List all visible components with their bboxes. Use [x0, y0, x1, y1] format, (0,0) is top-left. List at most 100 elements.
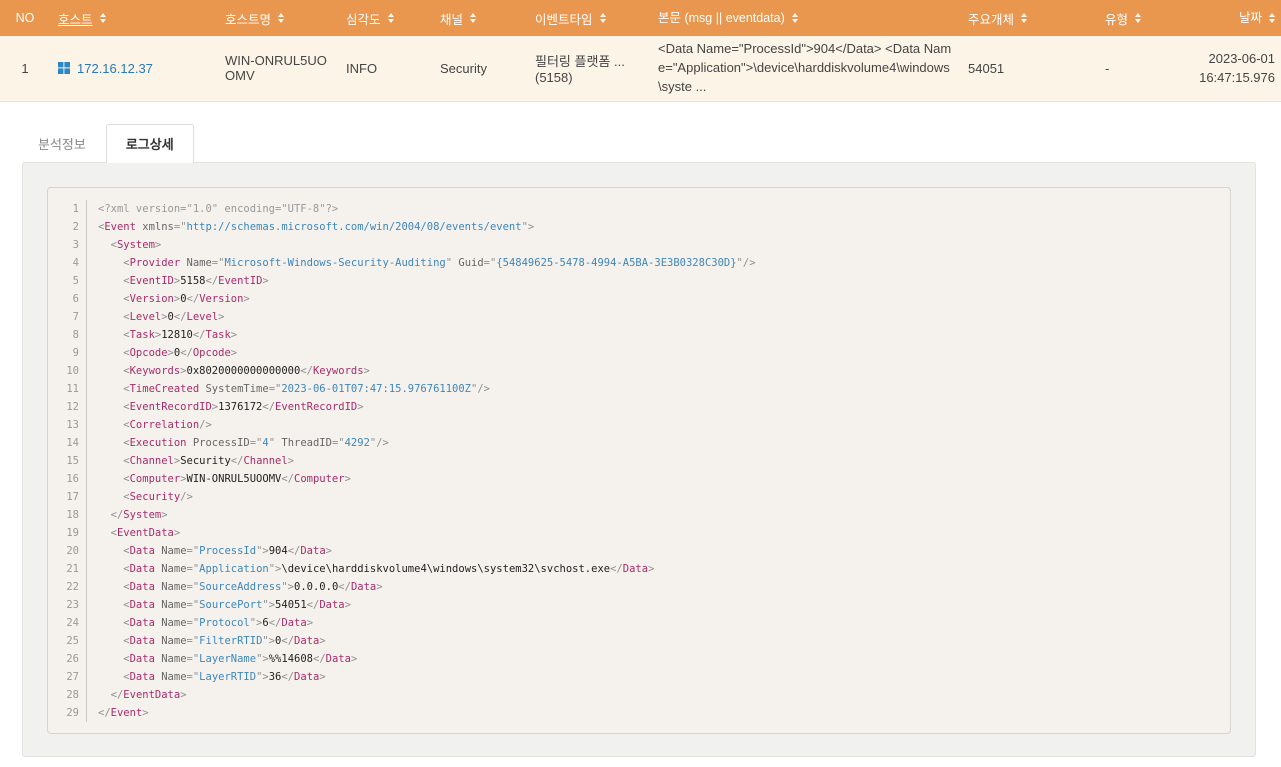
cell-host: 172.16.12.37: [50, 57, 215, 80]
line-number: 13: [56, 416, 87, 434]
code-text: <Version>0</Version>: [87, 290, 250, 308]
sort-arrows-icon[interactable]: [600, 13, 606, 23]
column-header-label: 유형: [1105, 9, 1128, 28]
code-text: <EventID>5158</EventID>: [87, 272, 269, 290]
code-text: <Correlation/>: [87, 416, 212, 434]
line-number: 6: [56, 290, 87, 308]
column-header-label: 날짜: [1239, 9, 1262, 28]
code-text: </EventData>: [87, 686, 187, 704]
code-line: 18 </System>: [48, 506, 1230, 524]
xml-code-viewer: 1<?xml version="1.0" encoding="UTF-8"?>2…: [47, 187, 1231, 734]
code-text: <System>: [87, 236, 161, 254]
code-text: <TimeCreated SystemTime="2023-06-01T07:4…: [87, 380, 490, 398]
code-text: </System>: [87, 506, 168, 524]
code-text: <Data Name="SourcePort">54051</Data>: [87, 596, 351, 614]
line-number: 20: [56, 542, 87, 560]
line-number: 17: [56, 488, 87, 506]
code-line: 13 <Correlation/>: [48, 416, 1230, 434]
code-lines: 1<?xml version="1.0" encoding="UTF-8"?>2…: [48, 200, 1230, 722]
detail-tabs: 분석정보 로그상세: [0, 128, 1281, 162]
code-line: 19 <EventData>: [48, 524, 1230, 542]
code-text: <Event xmlns="http://schemas.microsoft.c…: [87, 218, 534, 236]
code-line: 16 <Computer>WIN-ONRUL5UOOMV</Computer>: [48, 470, 1230, 488]
line-number: 25: [56, 632, 87, 650]
code-line: 25 <Data Name="FilterRTID">0</Data>: [48, 632, 1230, 650]
sort-arrows-icon[interactable]: [388, 13, 394, 23]
code-text: <EventRecordID>1376172</EventRecordID>: [87, 398, 364, 416]
tab-analysis-info[interactable]: 분석정보: [38, 125, 86, 162]
code-text: <Execution ProcessID="4" ThreadID="4292"…: [87, 434, 389, 452]
column-header-label: 호스트명: [225, 9, 271, 28]
line-number: 4: [56, 254, 87, 272]
line-number: 21: [56, 560, 87, 578]
code-text: </Event>: [87, 704, 149, 722]
code-line: 10 <Keywords>0x8020000000000000</Keyword…: [48, 362, 1230, 380]
cell-channel: Security: [430, 57, 525, 80]
column-header-host[interactable]: 호스트: [50, 9, 215, 28]
column-header-body[interactable]: 본문 (msg || eventdata): [650, 9, 960, 27]
cell-body: <Data Name="ProcessId">904</Data> <Data …: [650, 36, 960, 101]
line-number: 1: [56, 200, 87, 218]
code-line: 21 <Data Name="Application">\device\hard…: [48, 560, 1230, 578]
code-line: 14 <Execution ProcessID="4" ThreadID="42…: [48, 434, 1230, 452]
line-number: 3: [56, 236, 87, 254]
code-line: 29</Event>: [48, 704, 1230, 722]
code-text: <EventData>: [87, 524, 180, 542]
code-line: 1<?xml version="1.0" encoding="UTF-8"?>: [48, 200, 1230, 218]
line-number: 26: [56, 650, 87, 668]
sort-arrows-icon[interactable]: [278, 13, 284, 23]
sort-arrows-icon[interactable]: [470, 13, 476, 23]
column-header-channel[interactable]: 채널: [430, 9, 525, 28]
code-line: 17 <Security/>: [48, 488, 1230, 506]
column-header-label: 주요개체: [968, 9, 1014, 28]
line-number: 14: [56, 434, 87, 452]
cell-mainobject: 54051: [960, 57, 1075, 80]
code-text: <Data Name="LayerName">%%14608</Data>: [87, 650, 357, 668]
column-header-label: NO: [16, 11, 35, 25]
sort-arrows-icon[interactable]: [100, 13, 106, 23]
column-header-mainobject[interactable]: 주요개체: [960, 9, 1075, 28]
code-line: 24 <Data Name="Protocol">6</Data>: [48, 614, 1230, 632]
code-text: <Computer>WIN-ONRUL5UOOMV</Computer>: [87, 470, 351, 488]
code-line: 23 <Data Name="SourcePort">54051</Data>: [48, 596, 1230, 614]
column-header-severity[interactable]: 심각도: [335, 9, 430, 28]
cell-date: 2023-06-01 16:47:15.976: [1180, 45, 1281, 92]
code-line: 2<Event xmlns="http://schemas.microsoft.…: [48, 218, 1230, 236]
line-number: 7: [56, 308, 87, 326]
sort-arrows-icon[interactable]: [792, 13, 798, 23]
cell-type: -: [1075, 57, 1180, 80]
column-header-label: 심각도: [346, 9, 381, 28]
column-header-eventtime[interactable]: 이벤트타임: [525, 9, 650, 28]
code-line: 5 <EventID>5158</EventID>: [48, 272, 1230, 290]
code-line: 3 <System>: [48, 236, 1230, 254]
code-line: 6 <Version>0</Version>: [48, 290, 1230, 308]
line-number: 28: [56, 686, 87, 704]
code-line: 8 <Task>12810</Task>: [48, 326, 1230, 344]
line-number: 11: [56, 380, 87, 398]
code-line: 7 <Level>0</Level>: [48, 308, 1230, 326]
sort-arrows-icon[interactable]: [1021, 13, 1027, 23]
code-text: <Provider Name="Microsoft-Windows-Securi…: [87, 254, 756, 272]
code-text: <Data Name="LayerRTID">36</Data>: [87, 668, 326, 686]
column-header-hostname[interactable]: 호스트명: [215, 9, 335, 28]
code-text: <Level>0</Level>: [87, 308, 224, 326]
sort-arrows-icon[interactable]: [1269, 13, 1275, 23]
line-number: 16: [56, 470, 87, 488]
code-text: <Data Name="FilterRTID">0</Data>: [87, 632, 326, 650]
host-ip-link[interactable]: 172.16.12.37: [77, 61, 153, 76]
code-line: 15 <Channel>Security</Channel>: [48, 452, 1230, 470]
code-text: <Keywords>0x8020000000000000</Keywords>: [87, 362, 370, 380]
column-header-type[interactable]: 유형: [1075, 9, 1180, 28]
sort-arrows-icon[interactable]: [1135, 13, 1141, 23]
code-text: <Data Name="SourceAddress">0.0.0.0</Data…: [87, 578, 383, 596]
line-number: 27: [56, 668, 87, 686]
column-header-label: 본문 (msg || eventdata): [658, 9, 785, 27]
tab-log-detail[interactable]: 로그상세: [106, 124, 194, 163]
line-number: 12: [56, 398, 87, 416]
column-header-label: 이벤트타임: [535, 9, 593, 28]
column-header-no: NO: [0, 11, 50, 25]
cell-eventtime: 필터링 플랫폼 ... (5158): [525, 47, 650, 89]
code-line: 27 <Data Name="LayerRTID">36</Data>: [48, 668, 1230, 686]
column-header-date[interactable]: 날짜: [1180, 9, 1281, 28]
cell-hostname: WIN-ONRUL5UOOMV: [215, 49, 335, 87]
